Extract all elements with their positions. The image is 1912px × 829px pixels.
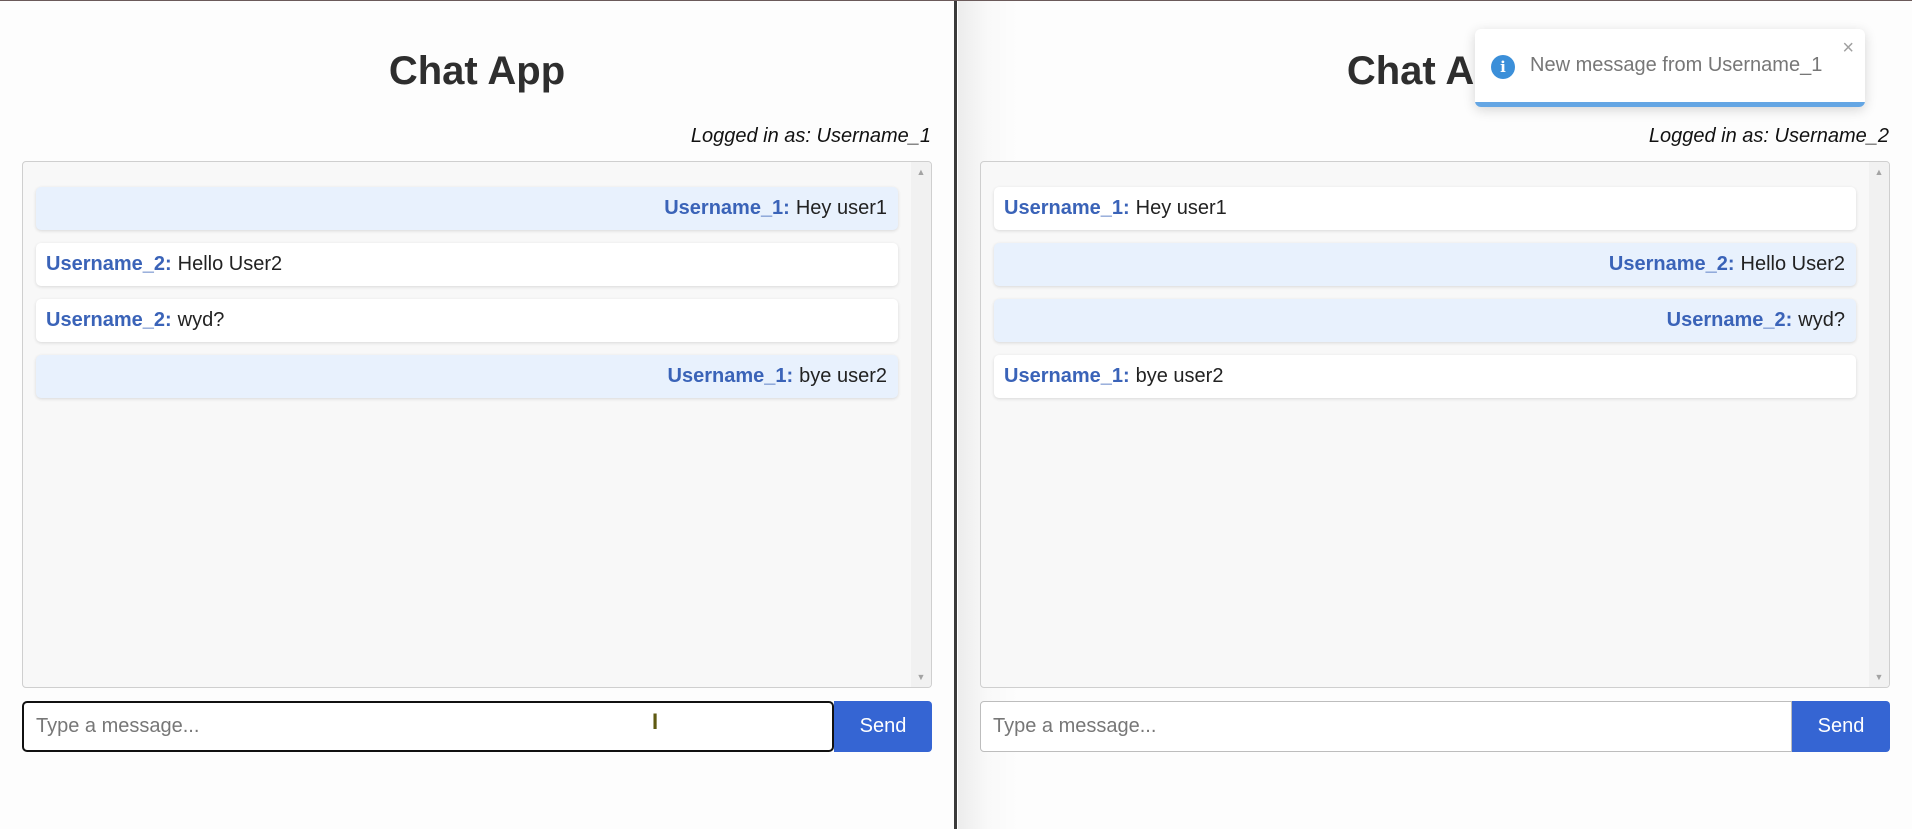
message-input-row: Send <box>22 701 932 752</box>
message-username: Username_2: <box>46 309 172 331</box>
scroll-up-arrow-icon[interactable]: ▲ <box>1869 164 1889 180</box>
message-text: bye user2 <box>1135 365 1224 387</box>
info-icon: i <box>1491 55 1515 79</box>
message-text: Hey user1 <box>795 197 887 219</box>
messages-container: Username_1: Hey user1 Username_2: Hello … <box>36 187 898 411</box>
message-list[interactable]: Username_1: Hey user1 Username_2: Hello … <box>22 161 932 688</box>
message-username: Username_1: <box>1004 365 1130 387</box>
send-button[interactable]: Send <box>834 701 932 752</box>
text-cursor-icon: I <box>652 709 659 734</box>
message-item: Username_2: Hello User2 <box>36 243 898 286</box>
message-username: Username_1: <box>667 365 794 387</box>
send-button[interactable]: Send <box>1792 701 1890 752</box>
message-item: Username_1: Hey user1 <box>994 187 1856 230</box>
message-text: Hello User2 <box>177 253 283 275</box>
message-text: wyd? <box>1798 309 1845 331</box>
window-divider <box>954 1 957 829</box>
message-item: Username_2: wyd? <box>36 299 898 342</box>
message-input-row: Send <box>980 701 1890 752</box>
message-item: Username_1: bye user2 <box>994 355 1856 398</box>
scroll-up-arrow-icon[interactable]: ▲ <box>911 164 931 180</box>
toast-notification[interactable]: i New message from Username_1 × <box>1475 29 1865 107</box>
chat-window-user1: Chat App Logged in as: Username_1 Userna… <box>0 1 954 829</box>
toast-progress-bar <box>1475 102 1865 107</box>
scrollbar[interactable]: ▲ ▼ <box>1869 162 1889 687</box>
message-username: Username_2: <box>46 253 172 275</box>
message-item: Username_1: bye user2 <box>36 355 898 398</box>
message-text: bye user2 <box>799 365 887 387</box>
message-item: Username_2: Hello User2 <box>994 243 1856 286</box>
scroll-down-arrow-icon[interactable]: ▼ <box>1869 669 1889 685</box>
toast-message: New message from Username_1 <box>1530 54 1823 76</box>
message-input[interactable] <box>22 701 834 752</box>
message-username: Username_2: <box>1608 253 1735 275</box>
scrollbar[interactable]: ▲ ▼ <box>911 162 931 687</box>
message-list[interactable]: Username_1: Hey user1 Username_2: Hello … <box>980 161 1890 688</box>
scroll-down-arrow-icon[interactable]: ▼ <box>911 669 931 685</box>
screen: Chat App Logged in as: Username_1 Userna… <box>0 0 1912 829</box>
message-text: wyd? <box>177 309 225 331</box>
message-text: Hey user1 <box>1135 197 1227 219</box>
close-icon[interactable]: × <box>1842 37 1854 60</box>
message-input[interactable] <box>980 701 1792 752</box>
chat-window-user2: Chat App Logged in as: Username_2 Userna… <box>958 1 1912 829</box>
message-item: Username_2: wyd? <box>994 299 1856 342</box>
message-username: Username_1: <box>664 197 790 219</box>
logged-in-label: Logged in as: Username_1 <box>690 125 931 147</box>
logged-in-label: Logged in as: Username_2 <box>1648 125 1889 147</box>
message-text: Hello User2 <box>1740 253 1845 275</box>
page-title: Chat App <box>388 49 566 93</box>
messages-container: Username_1: Hey user1 Username_2: Hello … <box>994 187 1856 411</box>
message-username: Username_1: <box>1004 197 1130 219</box>
message-item: Username_1: Hey user1 <box>36 187 898 230</box>
message-username: Username_2: <box>1666 309 1793 331</box>
